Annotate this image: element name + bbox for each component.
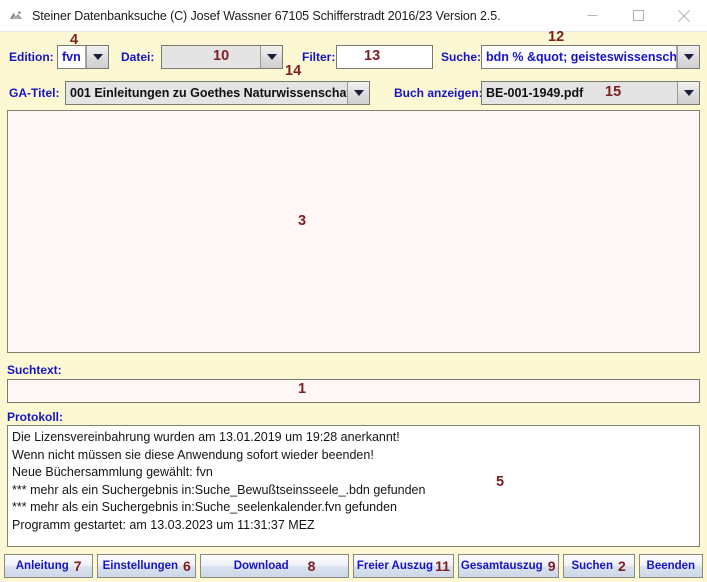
gesamtauszug-button[interactable]: Gesamtauszug 9: [457, 554, 559, 578]
suchen-button[interactable]: Suchen 2: [562, 554, 635, 578]
annotation-6: 6: [183, 558, 191, 574]
button-label: Einstellungen: [102, 560, 179, 572]
chevron-down-icon[interactable]: [677, 46, 699, 68]
window-controls: [569, 0, 707, 31]
log-line: Programm gestartet: am 13.03.2023 um 11:…: [12, 517, 315, 532]
button-label: Suchen: [571, 560, 613, 572]
maximize-icon[interactable]: [615, 0, 661, 31]
log-line: Wenn nicht müssen sie diese Anwendung so…: [12, 447, 374, 462]
buch-anzeigen-label: Buch anzeigen:: [394, 86, 483, 100]
button-bar: Anleitung 7 Einstellungen 6 Download 8 F…: [0, 552, 707, 582]
app-icon: [8, 8, 24, 24]
annotation-2: 2: [617, 558, 626, 574]
suchtext-label: Suchtext:: [7, 363, 62, 377]
filter-label: Filter:: [302, 50, 336, 64]
application-window: Steiner Datenbanksuche (C) Josef Wassner…: [0, 0, 707, 582]
chevron-down-icon[interactable]: [86, 46, 108, 68]
window-title: Steiner Datenbanksuche (C) Josef Wassner…: [32, 8, 501, 23]
freier-auszug-button[interactable]: Freier Auszug 11: [352, 554, 454, 578]
suche-combobox[interactable]: bdn % &quot; geisteswissensch...: [481, 45, 700, 69]
minimize-icon[interactable]: [569, 0, 615, 31]
edition-label: Edition:: [9, 50, 54, 64]
protokoll-log[interactable]: Die Lizensvereinbahrung wurden am 13.01.…: [7, 425, 700, 547]
annotation-14: 14: [285, 63, 302, 79]
button-label: Download: [233, 560, 289, 572]
datei-value[interactable]: [162, 46, 260, 68]
protokoll-label: Protokoll:: [7, 410, 63, 424]
log-line: *** mehr als ein Suchergebnis in:Suche_B…: [12, 482, 426, 497]
results-panel[interactable]: [7, 110, 700, 353]
chevron-down-icon[interactable]: [677, 82, 699, 104]
download-button[interactable]: Download 8: [200, 554, 349, 578]
edition-combobox[interactable]: fvn: [57, 45, 109, 69]
buch-anzeigen-combobox[interactable]: BE-001-1949.pdf: [481, 81, 700, 105]
filter-input[interactable]: [336, 45, 433, 69]
log-line: *** mehr als ein Suchergebnis in:Suche_s…: [12, 500, 397, 515]
log-line: Neue Büchersammlung gewählt: fvn: [12, 465, 213, 480]
datei-label: Datei:: [121, 50, 155, 64]
annotation-11: 11: [435, 558, 450, 574]
chevron-down-icon[interactable]: [260, 46, 282, 68]
anleitung-button[interactable]: Anleitung 7: [4, 554, 94, 578]
close-icon[interactable]: [661, 0, 707, 31]
gatitel-combobox[interactable]: 001 Einleitungen zu Goethes Naturwissens…: [65, 81, 370, 105]
log-line: Die Lizensvereinbahrung wurden am 13.01.…: [12, 430, 400, 444]
annotation-8: 8: [307, 558, 316, 574]
beenden-button[interactable]: Beenden: [638, 554, 703, 578]
annotation-9: 9: [547, 558, 556, 574]
suche-label: Suche:: [441, 50, 482, 64]
einstellungen-button[interactable]: Einstellungen 6: [97, 554, 197, 578]
suchtext-input[interactable]: [7, 379, 700, 403]
button-label: Freier Auszug: [356, 560, 434, 572]
gatitel-value[interactable]: 001 Einleitungen zu Goethes Naturwissens…: [66, 82, 347, 104]
suche-value[interactable]: bdn % &quot; geisteswissensch...: [482, 46, 677, 68]
buch-anzeigen-value[interactable]: BE-001-1949.pdf: [482, 82, 677, 104]
button-label: Beenden: [646, 560, 696, 572]
title-bar: Steiner Datenbanksuche (C) Josef Wassner…: [0, 0, 707, 32]
button-label: Gesamtauszug: [460, 560, 543, 572]
button-label: Anleitung: [15, 560, 69, 572]
edition-value[interactable]: fvn: [58, 46, 86, 68]
chevron-down-icon[interactable]: [347, 82, 369, 104]
gatitel-label: GA-Titel:: [9, 86, 60, 100]
datei-combobox[interactable]: [161, 45, 283, 69]
annotation-7: 7: [73, 558, 82, 574]
